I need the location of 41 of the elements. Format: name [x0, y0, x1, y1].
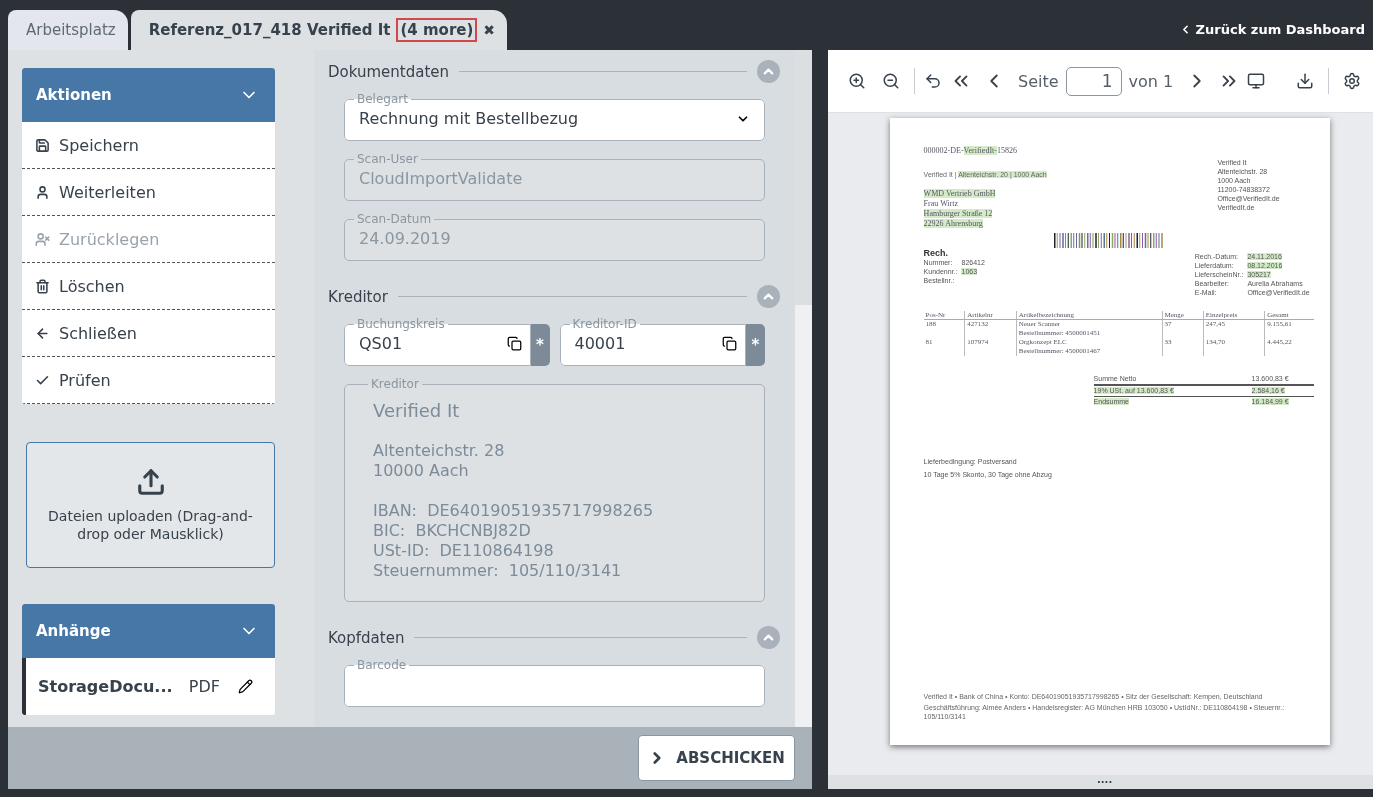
action-item[interactable]: Weiterleiten — [22, 169, 275, 216]
recipient-line: Frau Wirtz — [923, 199, 959, 209]
page-input[interactable]: 1 — [1065, 66, 1122, 96]
action-item[interactable]: Prüfen — [22, 357, 275, 404]
more-count[interactable]: (4 more) — [396, 18, 478, 42]
attachment-item[interactable]: StorageDocu... PDF — [22, 658, 275, 715]
copy-icon[interactable] — [722, 336, 737, 351]
action-item[interactable]: Speichern — [22, 122, 275, 169]
page-count: von 1 — [1128, 71, 1174, 91]
section-title: Kopfdaten — [328, 628, 405, 647]
action-icon — [35, 137, 50, 153]
address-field: Kreditor Verified It Altenteichstr. 28 10000 Aach IBAN: DE64019051935717998265 BIC: BKCHCNBJ82D USt-ID: DE110864198 Steuernummer: 105/110/3141 — [344, 378, 765, 602]
required-marker: * — [746, 324, 765, 366]
scrollbar[interactable] — [795, 50, 812, 727]
section-title: Dokumentdaten — [328, 62, 450, 81]
required-marker: * — [530, 324, 550, 366]
card-header[interactable]: Aktionen — [22, 68, 275, 122]
action-icon — [35, 325, 50, 341]
page-label: Seite — [1018, 71, 1059, 91]
submit-button[interactable]: ABSCHICKEN — [638, 735, 795, 781]
input-field[interactable]: Buchungskreis QS01 — [344, 318, 531, 366]
pencil-icon[interactable] — [238, 679, 253, 694]
document-reference: 000002-DE-VerifiedIt-15826 — [923, 146, 1017, 156]
tab[interactable]: Referenz_017_418 Verified It (4 more) ✖ — [130, 10, 508, 50]
action-item[interactable]: Schließen — [22, 310, 275, 357]
action-icon — [35, 231, 50, 247]
action-icon — [35, 184, 50, 200]
action-icon — [35, 278, 50, 294]
copy-icon[interactable] — [506, 336, 522, 351]
card-header[interactable]: Anhänge — [22, 604, 275, 658]
section-title: Kreditor — [328, 287, 388, 306]
tab[interactable]: Arbeitsplatz — [8, 10, 128, 50]
upload-dropzone[interactable]: Dateien uploaden (Drag-and-drop oder Mausklick) — [26, 442, 275, 568]
resize-handle[interactable]: .... — [1097, 775, 1113, 789]
upload-icon — [135, 467, 166, 497]
back-link[interactable]: Zurück zum Dashboard — [1178, 21, 1365, 37]
document-title: Rech. — [923, 248, 949, 258]
close-icon[interactable]: ✖ — [483, 22, 496, 38]
action-item[interactable]: Löschen — [22, 263, 275, 310]
select-field[interactable]: Belegart Rechnung mit Bestellbezug — [344, 93, 765, 141]
input-field[interactable]: Kreditor-ID 40001 — [559, 318, 746, 366]
